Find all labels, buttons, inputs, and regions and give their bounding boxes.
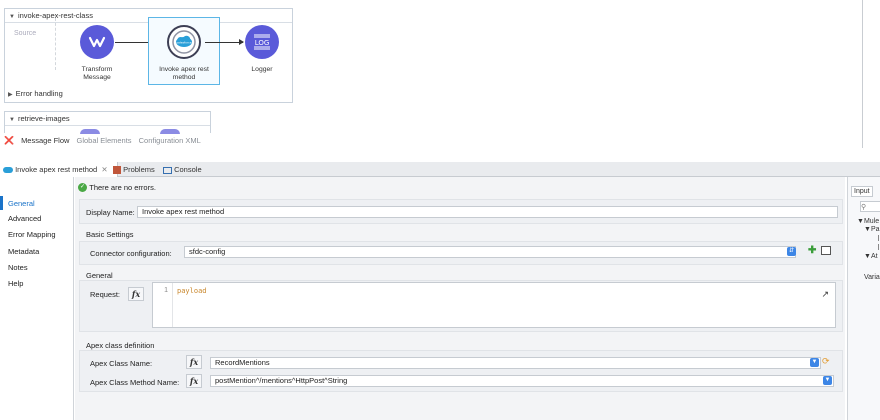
tree-child[interactable]: ▼Pa <box>864 226 880 233</box>
nav-advanced[interactable]: Advanced <box>0 211 74 226</box>
logger-label: Logger <box>251 66 273 73</box>
apex-class-fx-button[interactable]: fx <box>186 355 202 369</box>
transform-icon <box>88 36 106 48</box>
tab-configuration-xml[interactable]: Configuration XML <box>139 136 201 145</box>
nav-help[interactable]: Help <box>0 276 74 291</box>
editor-tab-bar: Invoke apex rest method ✕ Problems Conso… <box>0 162 880 177</box>
display-name-label: Display Name: <box>86 208 135 217</box>
expand-editor-icon[interactable]: ↗ <box>821 289 829 300</box>
check-icon: ✓ <box>78 183 87 193</box>
source-divider <box>55 18 56 70</box>
flow-retrieve-images[interactable]: ▼ retrieve-images <box>4 111 211 133</box>
tree-leaf <box>878 244 879 250</box>
partial-node <box>160 129 180 134</box>
problems-icon <box>113 166 121 175</box>
add-icon[interactable]: ✚ <box>808 245 816 256</box>
request-fx-button[interactable]: fx <box>128 287 144 301</box>
tab-problems[interactable]: Problems <box>110 162 155 177</box>
apex-method-dropdown-button[interactable]: ▼ <box>823 376 832 385</box>
error-icon: ❌ <box>4 136 14 145</box>
basic-settings-title: Basic Settings <box>86 230 134 239</box>
code-text: payload <box>177 287 207 295</box>
connector-config-label: Connector configuration: <box>90 249 172 258</box>
tab-global-elements[interactable]: Global Elements <box>77 136 132 145</box>
canvas-right-border <box>862 0 863 148</box>
tree-child[interactable]: ▼At <box>864 253 878 260</box>
salesforce-cloud-icon <box>3 167 13 174</box>
variables-label: Varia <box>864 274 880 281</box>
transform-message-label: Transform Message <box>81 66 113 81</box>
error-handling-row[interactable]: ▶ Error handling <box>8 89 63 98</box>
svg-text:LOG: LOG <box>255 39 270 47</box>
request-code-editor[interactable]: 1 payload ↗ <box>152 282 836 328</box>
console-icon <box>163 166 172 174</box>
apex-class-name-select[interactable]: RecordMentions <box>210 357 821 369</box>
tree-leaf <box>878 235 879 241</box>
flow-name: retrieve-images <box>17 114 70 123</box>
tab-message-flow[interactable]: Message Flow <box>21 136 69 145</box>
status-text: There are no errors. <box>89 183 156 192</box>
general-title: General <box>86 271 113 280</box>
close-icon[interactable]: ✕ <box>101 165 107 174</box>
flow-arrow <box>205 39 244 45</box>
apex-method-name-label: Apex Class Method Name: <box>90 378 180 387</box>
apex-class-name-label: Apex Class Name: <box>90 359 153 368</box>
partial-node <box>80 129 100 134</box>
logger-icon: LOG <box>254 34 270 50</box>
nav-general[interactable]: General <box>0 196 74 211</box>
refresh-icon[interactable]: ⟳ <box>822 356 830 367</box>
apex-class-title: Apex class definition <box>86 341 155 350</box>
search-field[interactable]: ⚲ <box>860 201 880 212</box>
connector-config-select[interactable]: sfdc-config <box>184 246 796 258</box>
collapse-triangle-icon[interactable]: ▼ <box>9 114 15 127</box>
view-tabs: ❌ Message Flow Global Elements Configura… <box>4 136 206 145</box>
logger-node[interactable]: LOG <box>245 25 279 59</box>
collapse-triangle-icon[interactable]: ▼ <box>9 11 15 24</box>
tab-console[interactable]: Console <box>160 162 202 177</box>
svg-text:salesforce: salesforce <box>176 41 191 45</box>
edit-icon[interactable] <box>821 246 831 255</box>
apex-class-dropdown-button[interactable]: ▼ <box>810 358 819 367</box>
transform-message-node[interactable] <box>80 25 114 59</box>
salesforce-icon: salesforce <box>172 30 196 54</box>
request-label: Request: <box>90 290 121 299</box>
line-number: 1 <box>153 283 173 327</box>
tab-invoke-apex-rest-method[interactable]: Invoke apex rest method ✕ <box>0 162 118 177</box>
properties-nav: General Advanced Error Mapping Metadata … <box>0 177 74 420</box>
error-handling-label: Error handling <box>15 89 63 98</box>
source-label: Source <box>14 30 37 37</box>
invoke-apex-rest-method-label: Invoke apex rest method <box>159 66 209 81</box>
nav-metadata[interactable]: Metadata <box>0 244 74 259</box>
expand-triangle-icon[interactable]: ▶ <box>8 91 13 98</box>
search-icon: ⚲ <box>861 204 867 211</box>
nav-error-mapping[interactable]: Error Mapping <box>0 227 74 242</box>
flow-header[interactable]: ▼ retrieve-images <box>5 112 210 126</box>
nav-notes[interactable]: Notes <box>0 260 74 275</box>
status-row: ✓ There are no errors. <box>78 183 156 193</box>
invoke-apex-rest-method-node[interactable]: salesforce <box>167 25 201 59</box>
connector-dropdown-button[interactable]: ⇵ <box>787 247 796 256</box>
display-name-input[interactable]: Invoke apex rest method <box>137 206 838 218</box>
apex-method-fx-button[interactable]: fx <box>186 374 202 388</box>
input-tab[interactable]: Input <box>851 186 873 197</box>
metadata-side-panel: Input ⚲ ▼Mule ▼Pa ▼At Varia <box>847 177 880 420</box>
apex-method-name-select[interactable]: postMention^/mentions^HttpPost^String <box>210 375 834 387</box>
tree-root[interactable]: ▼Mule <box>857 218 879 225</box>
nav-active-indicator <box>0 196 3 210</box>
